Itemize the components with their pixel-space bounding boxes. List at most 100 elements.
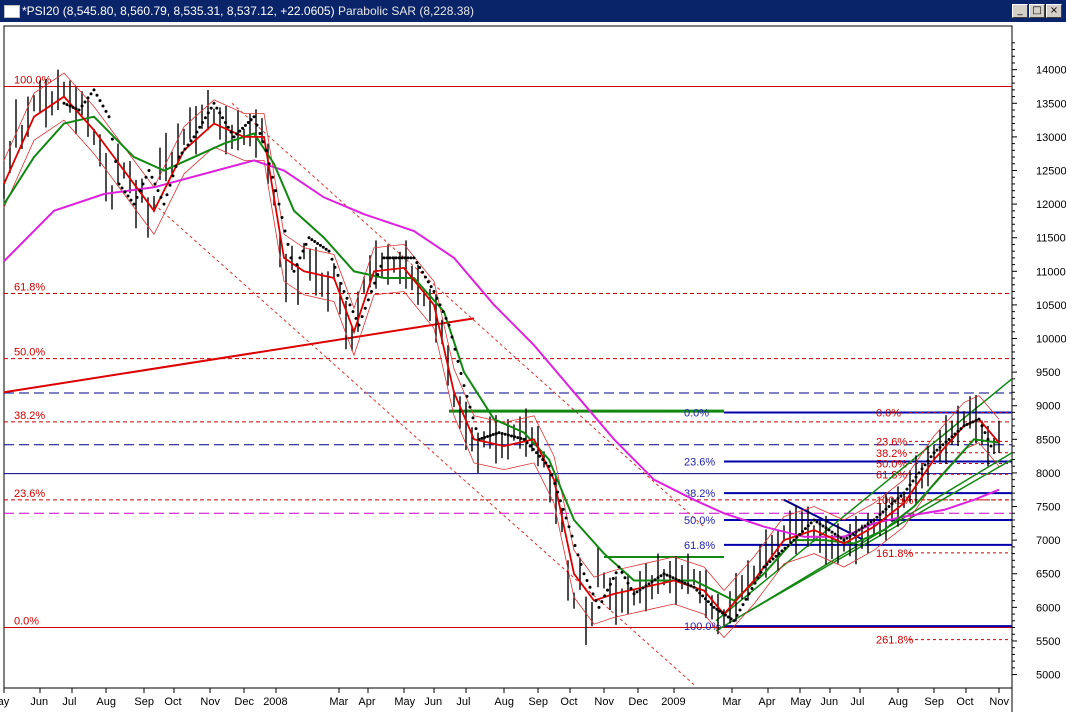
psar-dot [503, 432, 507, 436]
psar-dot [324, 247, 328, 251]
price-chart[interactable]: 5000 5500 6000 6500 7000 7500 8000 8500 9000 9500… [0, 22, 1066, 713]
psar-dot [674, 577, 678, 581]
fib-label-right: 61.8% [876, 469, 907, 481]
psar-dot [226, 125, 230, 129]
psar-dot [373, 281, 377, 285]
psar-dot [488, 433, 492, 437]
y-tick-label: 12500 [1036, 165, 1066, 177]
psar-dot [786, 544, 790, 548]
y-tick-label: 8500 [1036, 434, 1060, 446]
psar-dot [229, 130, 233, 134]
psar-dot [525, 441, 529, 445]
psar-dot [541, 457, 545, 461]
psar-dot [732, 619, 736, 623]
psar-dot [780, 549, 784, 553]
psar-dot [71, 105, 75, 109]
window-system-icon[interactable] [4, 5, 20, 18]
psar-dot [212, 101, 216, 105]
psar-dot [656, 576, 660, 580]
psar-dot [798, 532, 802, 536]
psar-dot [795, 535, 799, 539]
psar-dot [974, 419, 978, 423]
psar-dot [301, 249, 305, 253]
maximize-button[interactable]: □ [1029, 4, 1045, 18]
psar-dot [806, 524, 810, 528]
psar-dot [255, 123, 259, 127]
psar-dot [570, 534, 574, 538]
psar-dot [815, 520, 819, 524]
psar-dot [441, 310, 445, 314]
psar-dot [608, 582, 612, 586]
close-button[interactable]: × [1046, 4, 1062, 18]
psar-dot [141, 182, 145, 186]
psar-dot [890, 502, 894, 506]
y-tick-label: 13500 [1036, 98, 1066, 110]
psar-dot [198, 125, 202, 129]
psar-dot [750, 587, 754, 591]
psar-dot [956, 429, 960, 433]
psar-dot [450, 335, 454, 339]
psar-dot [641, 586, 645, 590]
psar-dot [107, 115, 111, 119]
psar-dot [459, 371, 463, 375]
x-tick-label: Oct [956, 696, 973, 708]
psar-dot [547, 464, 551, 468]
psar-dot [186, 143, 190, 147]
psar-dot [535, 451, 538, 455]
psar-dot [854, 530, 858, 534]
psar-dot [564, 516, 568, 520]
psar-dot [174, 164, 178, 168]
x-tick-label: May [394, 696, 415, 708]
psar-dot [614, 571, 618, 575]
psar-dot [153, 182, 157, 186]
psar-dot [896, 496, 900, 500]
psar-dot [968, 421, 972, 425]
psar-dot [209, 106, 213, 110]
x-tick-label: 2009 [661, 696, 685, 708]
psar-dot [986, 437, 990, 441]
psar-dot [351, 310, 355, 314]
plot-frame [3, 25, 1013, 689]
psar-dot [370, 289, 373, 293]
y-tick-label: 5500 [1036, 636, 1060, 648]
psar-dot [544, 461, 548, 465]
psar-dot [159, 195, 163, 199]
psar-dot [192, 135, 196, 139]
x-tick-label: Apr [758, 696, 775, 708]
psar-dot [409, 256, 413, 260]
x-tick-label: Sep [924, 696, 944, 708]
psar-dot [706, 600, 710, 604]
psar-dot [600, 600, 604, 604]
psar-dot [385, 256, 389, 260]
psar-dot [703, 597, 707, 601]
psar-dot [110, 137, 114, 141]
psar-dot [423, 275, 427, 279]
minimize-button[interactable]: _ [1012, 4, 1028, 18]
x-tick-label: 2008 [263, 696, 287, 708]
fib-level-label: 61.8% [14, 281, 45, 293]
psar-dot [264, 148, 268, 152]
psar-dot [635, 590, 639, 594]
psar-dot [777, 552, 781, 556]
y-tick-label: 9000 [1036, 401, 1060, 413]
psar-dot [89, 92, 93, 96]
psar-dot [80, 104, 84, 108]
window-title: *PSI20 (8,545.80, 8,560.79, 8,535.31, 8,… [22, 0, 474, 22]
psar-dot [218, 111, 222, 115]
psar-dot [126, 194, 130, 198]
fib-level-label: 50.0% [14, 347, 45, 359]
psar-dot [872, 518, 876, 522]
psar-dot [965, 423, 969, 427]
psar-dot [683, 581, 687, 585]
psar-dot [941, 443, 945, 447]
x-tick-label: Jun [424, 696, 442, 708]
psar-dot [715, 607, 719, 611]
psar-dot [765, 562, 769, 566]
psar-dot [726, 615, 730, 619]
psar-dot [348, 303, 352, 307]
psar-dot [911, 479, 915, 483]
psar-dot [483, 435, 487, 439]
psar-dot [869, 520, 873, 524]
indicator-value: (8,228.38) [419, 4, 475, 18]
chart-area[interactable]: 5000 5500 6000 6500 7000 7500 8000 8500 9000 9500… [0, 22, 1066, 713]
